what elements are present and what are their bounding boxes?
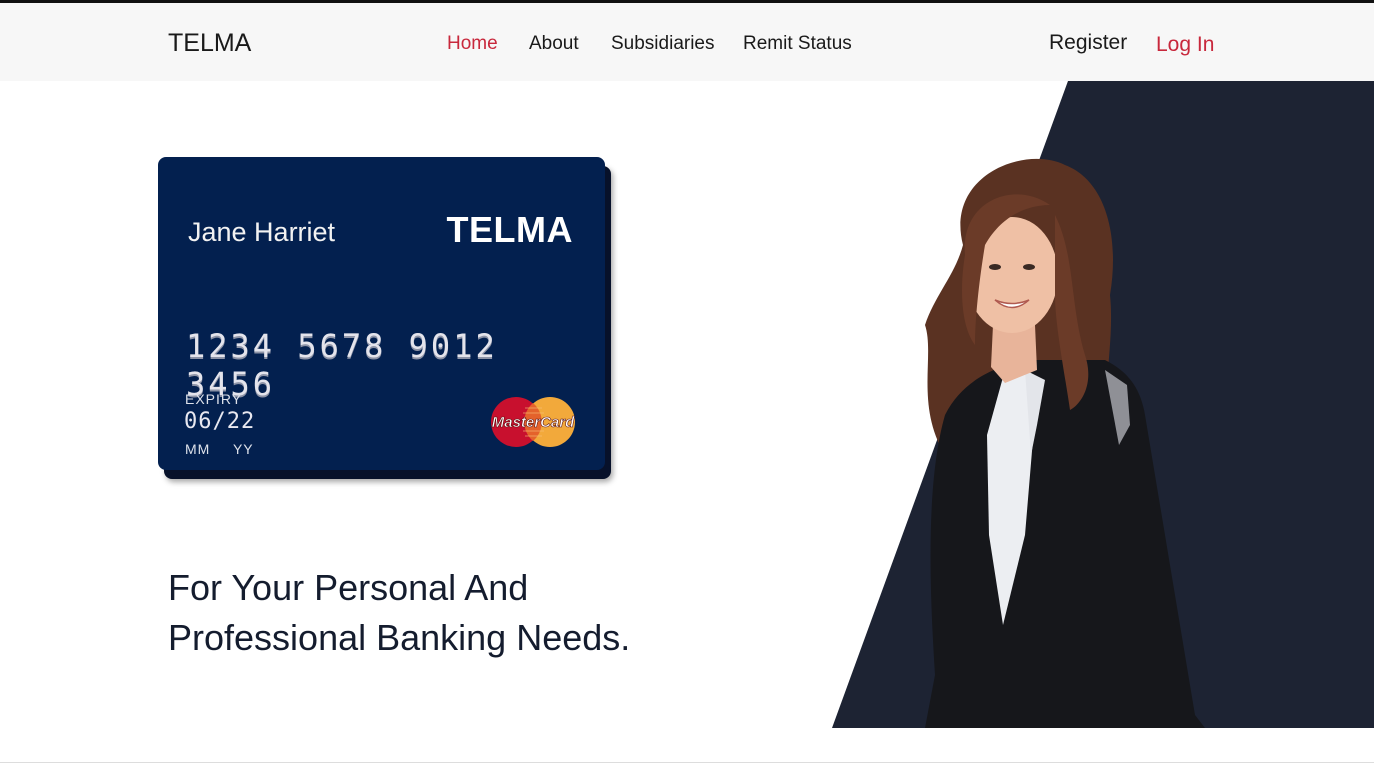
hero-tagline-line1: For Your Personal And bbox=[168, 567, 529, 608]
businesswoman-photo bbox=[925, 158, 1205, 728]
bottom-divider bbox=[0, 762, 1374, 763]
card-expiry-format: MM YY bbox=[185, 441, 254, 457]
hero-tagline-line2: Professional Banking Needs. bbox=[168, 617, 631, 658]
register-link[interactable]: Register bbox=[1049, 31, 1127, 55]
navbar: TELMA Home About Subsidiaries Remit Stat… bbox=[0, 3, 1374, 81]
mastercard-logo-icon: MasterCard bbox=[491, 397, 575, 447]
card-brand: TELMA bbox=[446, 209, 573, 250]
card-expiry-label: EXPIRY bbox=[185, 391, 243, 407]
card-holder-name: Jane Harriet bbox=[188, 217, 336, 247]
nav-link-home[interactable]: Home bbox=[447, 33, 498, 55]
credit-card-image: Jane Harriet TELMA 1234 5678 9012 3456 E… bbox=[158, 157, 605, 470]
nav-link-subsidiaries[interactable]: Subsidiaries bbox=[611, 33, 715, 55]
brand-logo[interactable]: TELMA bbox=[168, 29, 251, 58]
mastercard-wordmark: MasterCard bbox=[492, 414, 575, 431]
login-link[interactable]: Log In bbox=[1156, 33, 1214, 57]
card-number: 1234 5678 9012 3456 bbox=[186, 327, 498, 403]
nav-link-remit-status[interactable]: Remit Status bbox=[743, 33, 852, 55]
nav-link-about[interactable]: About bbox=[529, 33, 579, 55]
hero-tagline: For Your Personal And Professional Banki… bbox=[168, 563, 630, 663]
card-expiry-value: 06/22 bbox=[184, 409, 256, 434]
